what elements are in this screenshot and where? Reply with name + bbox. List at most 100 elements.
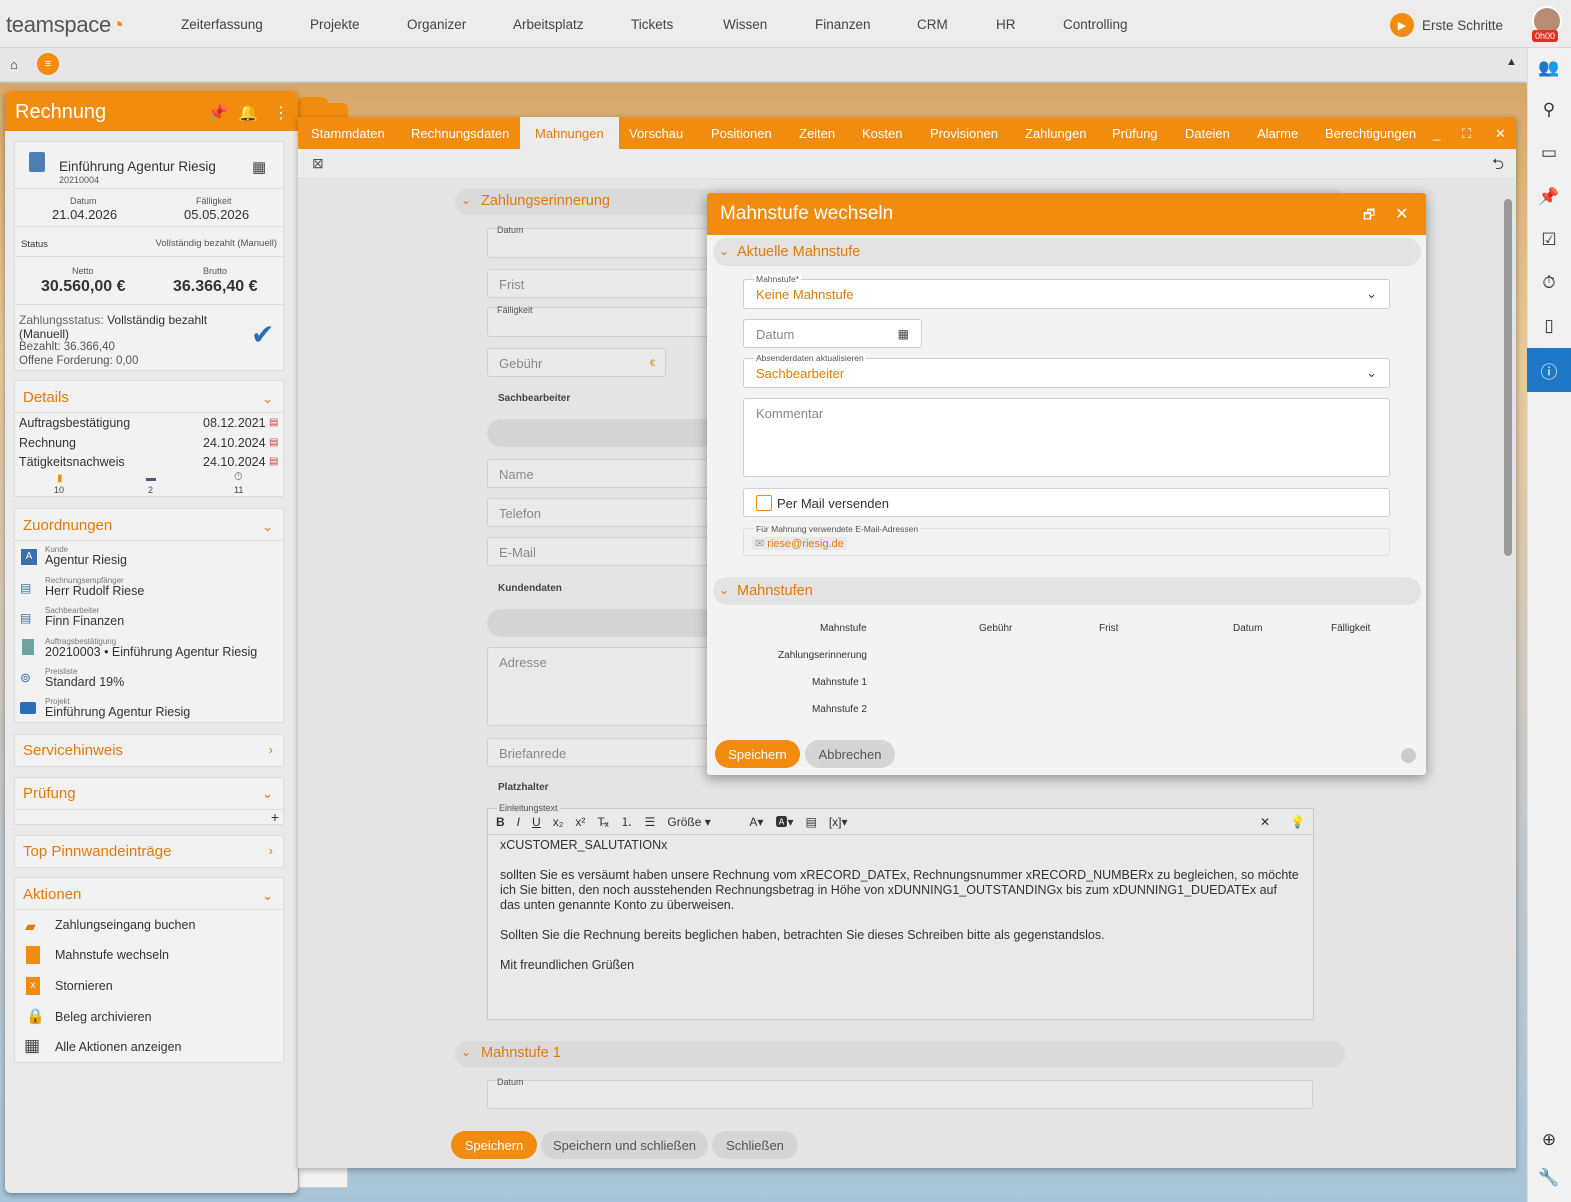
- email-addresses-field[interactable]: Für Mahnung verwendete E-Mail-Adressen ✉…: [743, 524, 1390, 556]
- maximize-icon[interactable]: ⛶: [1462, 126, 1471, 142]
- clear-icon[interactable]: ✕: [1260, 815, 1270, 829]
- inbox-icon[interactable]: ▭: [1527, 133, 1571, 173]
- file-icon[interactable]: ▮: [57, 473, 63, 484]
- menu-icon[interactable]: ≡: [37, 53, 59, 75]
- detail-name[interactable]: Rechnung: [19, 436, 76, 450]
- timer-badge[interactable]: 0h00: [1532, 30, 1559, 42]
- placeholder-variable-icon[interactable]: [x]▾: [829, 815, 848, 829]
- calendar-icon[interactable]: ▦: [898, 327, 909, 341]
- bold-icon[interactable]: B: [496, 815, 505, 829]
- collapse-up-icon[interactable]: ▲: [1506, 56, 1517, 68]
- pdf-icon[interactable]: ▤: [269, 417, 278, 428]
- per-mail-row[interactable]: Per Mail versenden: [743, 488, 1390, 517]
- action-beleg-archivieren[interactable]: Beleg archivieren: [55, 1010, 152, 1024]
- pinnwand-title[interactable]: Top Pinnwandeinträge: [23, 843, 171, 860]
- zuordnungen-title[interactable]: Zuordnungen: [23, 517, 112, 534]
- table-row[interactable]: Mahnstufe 2: [812, 704, 867, 715]
- assignment-value[interactable]: Finn Finanzen: [45, 614, 124, 628]
- pin-icon[interactable]: 📌: [208, 103, 228, 123]
- restore-window-icon[interactable]: 🗗: [1363, 206, 1375, 228]
- tab-alarme[interactable]: Alarme: [1257, 126, 1298, 141]
- tab-positionen[interactable]: Positionen: [711, 126, 772, 141]
- assignment-value[interactable]: Einführung Agentur Riesig: [45, 705, 190, 719]
- undo-icon[interactable]: ⮌: [1492, 154, 1504, 179]
- background-color-icon[interactable]: 🅰▾: [775, 813, 793, 830]
- assignment-value[interactable]: 20210003 • Einführung Agentur Riesig: [45, 645, 257, 659]
- tab-mahnungen[interactable]: Mahnungen: [520, 117, 619, 149]
- assignment-value[interactable]: Agentur Riesig: [45, 553, 127, 567]
- gebuehr-field[interactable]: Gebühr €: [487, 348, 666, 377]
- home-icon[interactable]: ⌂: [10, 57, 18, 72]
- save-and-close-button[interactable]: Speichern und schließen: [541, 1131, 708, 1159]
- nav-wissen[interactable]: Wissen: [723, 17, 767, 32]
- search-icon[interactable]: ⚲: [1527, 90, 1571, 130]
- font-size-select[interactable]: Größe ▾: [667, 815, 737, 829]
- erste-schritte-button[interactable]: ▶ Erste Schritte: [1390, 13, 1503, 37]
- tab-vorschau[interactable]: Vorschau: [629, 126, 683, 141]
- underline-icon[interactable]: U: [532, 815, 541, 829]
- pinnwand-card[interactable]: Top Pinnwandeinträge ›: [14, 835, 284, 868]
- mobile-icon[interactable]: ▯: [1527, 306, 1571, 346]
- pin-icon[interactable]: 📌: [1527, 177, 1571, 217]
- stopwatch-icon[interactable]: ⏱: [1527, 263, 1571, 303]
- dialog-cancel-button[interactable]: Abbrechen: [805, 740, 895, 768]
- vertical-scrollbar[interactable]: [1504, 199, 1512, 556]
- tasks-icon[interactable]: ☑: [1527, 220, 1571, 260]
- chevron-right-icon[interactable]: ›: [269, 742, 273, 757]
- action-zahlungseingang[interactable]: Zahlungseingang buchen: [55, 918, 195, 932]
- frist-field[interactable]: Frist: [487, 269, 717, 298]
- tab-stammdaten[interactable]: Stammdaten: [311, 126, 385, 141]
- nav-organizer[interactable]: Organizer: [407, 17, 466, 32]
- email-field[interactable]: E-Mail: [487, 537, 717, 566]
- dialog-save-button[interactable]: Speichern: [715, 740, 800, 768]
- nav-crm[interactable]: CRM: [917, 17, 948, 32]
- action-alle-aktionen[interactable]: Alle Aktionen anzeigen: [55, 1040, 181, 1054]
- section-aktuelle-mahnstufe[interactable]: ⌄ Aktuelle Mahnstufe: [713, 238, 1421, 266]
- chevron-down-icon[interactable]: ⌄: [262, 786, 273, 802]
- italic-icon[interactable]: I: [517, 815, 520, 829]
- add-circle-icon[interactable]: ⊕: [1527, 1120, 1571, 1160]
- servicehinweis-title[interactable]: Servicehinweis: [23, 742, 123, 759]
- servicehinweis-card[interactable]: Servicehinweis ›: [14, 734, 284, 767]
- tab-kosten[interactable]: Kosten: [862, 126, 902, 141]
- absenderdaten-select[interactable]: Absenderdaten aktualisieren Sachbearbeit…: [743, 353, 1390, 388]
- detail-name[interactable]: Tätigkeitsnachweis: [19, 455, 125, 469]
- aktionen-title[interactable]: Aktionen: [23, 886, 81, 903]
- nav-arbeitsplatz[interactable]: Arbeitsplatz: [513, 17, 584, 32]
- email-chip[interactable]: ✉ riese@riesig.de: [752, 537, 847, 550]
- add-icon[interactable]: +: [271, 809, 279, 825]
- adresse-field[interactable]: Adresse: [487, 647, 717, 726]
- action-mahnstufe-wechseln[interactable]: Mahnstufe wechseln: [55, 948, 169, 962]
- nav-hr[interactable]: HR: [996, 17, 1016, 32]
- sachbearbeiter-select[interactable]: [487, 419, 717, 447]
- datum-input[interactable]: Datum ▦: [743, 319, 922, 348]
- close-icon[interactable]: ✕: [1395, 204, 1408, 224]
- einleitungstext-editor[interactable]: B I U x₂ x² T̶ₓ ⒈ ☰ Größe ▾ A▾ 🅰▾ ▤ [x]▾…: [487, 808, 1315, 1020]
- tab-pruefung[interactable]: Prüfung: [1112, 126, 1158, 141]
- tab-provisionen[interactable]: Provisionen: [930, 126, 998, 141]
- more-vertical-icon[interactable]: ⋮: [273, 103, 289, 123]
- telefon-field[interactable]: Telefon: [487, 498, 717, 527]
- chevron-right-icon[interactable]: ›: [269, 843, 273, 858]
- close-button[interactable]: Schließen: [712, 1131, 798, 1159]
- chevron-down-icon[interactable]: ⌄: [262, 888, 273, 904]
- tab-zeiten[interactable]: Zeiten: [799, 126, 835, 141]
- briefanrede-field[interactable]: Briefanrede: [487, 738, 717, 767]
- kundendaten-select[interactable]: [487, 609, 717, 637]
- details-title[interactable]: Details: [23, 389, 69, 406]
- table-row[interactable]: Mahnstufe 1: [812, 677, 867, 688]
- detail-name[interactable]: Auftragsbestätigung: [19, 416, 130, 430]
- subscript-icon[interactable]: x₂: [553, 815, 564, 829]
- lightbulb-icon[interactable]: 💡: [1290, 815, 1305, 829]
- document-icon[interactable]: ▬: [146, 473, 156, 484]
- ordered-list-icon[interactable]: ⒈: [621, 813, 633, 830]
- assignment-value[interactable]: Standard 19%: [45, 675, 124, 689]
- bell-icon[interactable]: 🔔: [238, 103, 258, 123]
- tab-rechnungsdaten[interactable]: Rechnungsdaten: [411, 126, 509, 141]
- tab-dateien[interactable]: Dateien: [1185, 126, 1230, 141]
- stopwatch-icon[interactable]: ⏱: [234, 471, 243, 484]
- info-icon[interactable]: ⓘ: [1527, 348, 1571, 392]
- chevron-down-icon[interactable]: ⌄: [262, 519, 273, 535]
- kommentar-textarea[interactable]: Kommentar: [743, 398, 1390, 477]
- teamspace-logo[interactable]: teamspace◔: [6, 12, 124, 38]
